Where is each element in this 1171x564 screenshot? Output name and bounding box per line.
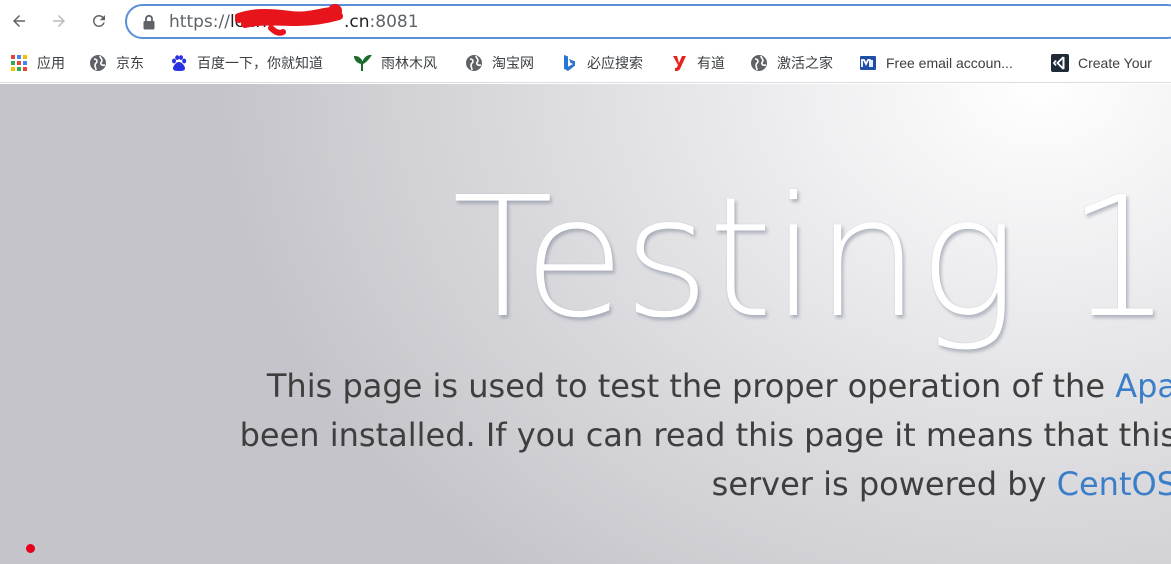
bookmark-yulin[interactable]: 雨林木风	[354, 52, 437, 74]
globe-icon	[89, 54, 107, 72]
reload-icon	[92, 14, 105, 27]
bookmark-label: 有道	[697, 55, 725, 71]
forward-button[interactable]	[46, 8, 72, 34]
back-button[interactable]	[6, 8, 32, 34]
apps-grid-icon	[10, 54, 28, 72]
bookmark-free-email[interactable]: Free email accoun...	[859, 52, 1013, 74]
bookmark-label: 京东	[116, 55, 144, 71]
bookmark-label: Free email accoun...	[886, 55, 1013, 71]
mailbox-icon	[859, 54, 877, 72]
bookmark-jd[interactable]: 京东	[89, 52, 144, 74]
bookmark-jihuo[interactable]: 激活之家	[750, 52, 833, 74]
bing-icon	[560, 54, 578, 72]
redaction-scribble	[235, 4, 343, 36]
bookmark-label: 必应搜索	[587, 55, 643, 71]
page-content: Testing 12 This page is used to test the…	[0, 84, 1171, 564]
youdao-icon	[670, 54, 688, 72]
apache-link[interactable]: Apa	[1115, 367, 1171, 405]
url-port: :8081	[369, 12, 419, 32]
bookmark-create-your[interactable]: Create Your	[1051, 52, 1152, 74]
baidu-paw-icon	[170, 54, 188, 72]
url-host-end: .cn	[344, 12, 370, 32]
intro-line-1-text: This page is used to test the proper ope…	[266, 367, 1116, 405]
intro-line-3-text: server is powered by	[711, 465, 1057, 503]
bookmark-apps[interactable]: 应用	[10, 52, 65, 74]
bookmark-bing[interactable]: 必应搜索	[560, 52, 643, 74]
page-title: Testing 12	[452, 162, 1171, 355]
bookmark-label: 激活之家	[777, 55, 833, 71]
centos-link[interactable]: CentOS	[1057, 465, 1171, 503]
bookmark-label: 应用	[37, 55, 65, 71]
red-dot-marker	[26, 544, 35, 553]
bookmark-label: Create Your	[1078, 55, 1152, 71]
url-scheme: https://	[169, 12, 230, 32]
intro-paragraph: This page is used to test the proper ope…	[177, 362, 1171, 509]
bookmark-baidu[interactable]: 百度一下，你就知道	[170, 52, 323, 74]
bookmark-youdao[interactable]: 有道	[670, 52, 725, 74]
reload-button[interactable]	[86, 8, 112, 34]
globe-icon	[465, 54, 483, 72]
arrow-right-icon	[53, 15, 65, 27]
vscode-icon	[1051, 54, 1069, 72]
intro-line-2: been installed. If you can read this pag…	[239, 416, 1171, 454]
intro-line-3: server is powered by CentOS	[177, 460, 1171, 509]
intro-line-1: This page is used to test the proper ope…	[177, 362, 1171, 411]
address-bar[interactable]: https://learn .cn:8081	[125, 4, 1171, 39]
lock-icon[interactable]	[142, 14, 156, 30]
bookmark-label: 雨林木风	[381, 55, 437, 71]
bookmarks-bar: 应用 京东 百度一下，你就知道 雨林木风 淘宝网 必应搜索 有道 激活之家 Fr…	[0, 43, 1171, 83]
bookmark-taobao[interactable]: 淘宝网	[465, 52, 534, 74]
globe-icon	[750, 54, 768, 72]
ylmf-tree-icon	[354, 54, 372, 72]
bookmark-label: 淘宝网	[492, 55, 534, 71]
arrow-left-icon	[13, 15, 25, 27]
browser-toolbar: https://learn .cn:8081	[0, 0, 1171, 43]
bookmark-label: 百度一下，你就知道	[197, 55, 323, 71]
